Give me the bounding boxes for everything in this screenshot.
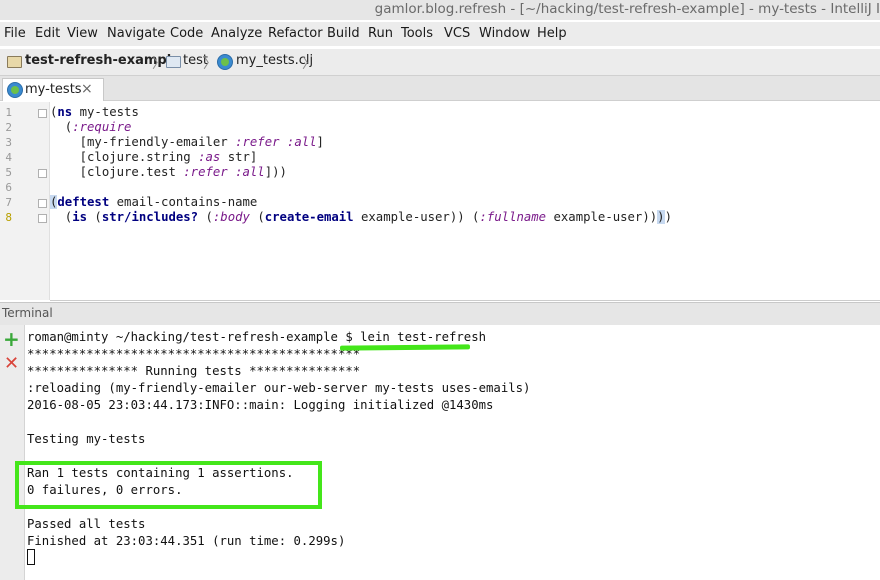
line-number: 1 bbox=[5, 106, 12, 119]
fold-marker-icon[interactable] bbox=[38, 169, 47, 178]
fold-marker-icon[interactable] bbox=[38, 199, 47, 208]
code-line: (deftest email-contains-name bbox=[50, 195, 258, 209]
menu-tools[interactable]: Tools bbox=[401, 26, 433, 41]
code-line: (is (str/includes? (:body (create-email … bbox=[50, 210, 672, 224]
menu-build[interactable]: Build bbox=[327, 26, 360, 41]
line-number: 4 bbox=[5, 151, 12, 164]
close-icon[interactable]: ✕ bbox=[4, 354, 19, 374]
terminal-title: Terminal bbox=[2, 306, 53, 320]
chevron-right-icon: 〉 bbox=[152, 56, 166, 72]
code-line: [clojure.test :refer :all])) bbox=[50, 165, 287, 179]
terminal-header: Terminal bbox=[0, 302, 880, 325]
annotation-highlight-box bbox=[15, 461, 322, 509]
terminal-line: Testing my-tests bbox=[27, 432, 146, 446]
fold-marker-icon[interactable] bbox=[38, 109, 47, 118]
menu-window[interactable]: Window bbox=[479, 26, 530, 41]
code-line: [clojure.string :as str] bbox=[50, 150, 258, 164]
terminal-line: Finished at 23:03:44.351 (run time: 0.29… bbox=[27, 534, 346, 548]
annotation-underline bbox=[339, 344, 471, 351]
menu-code[interactable]: Code bbox=[170, 26, 203, 41]
menu-navigate[interactable]: Navigate bbox=[107, 26, 165, 41]
menu-refactor[interactable]: Refactor bbox=[268, 26, 323, 41]
menu-bar: File Edit View Navigate Code Analyze Ref… bbox=[0, 22, 880, 46]
tab-my-tests[interactable]: my-tests × bbox=[2, 78, 104, 101]
line-number: 7 bbox=[5, 196, 12, 209]
menu-edit[interactable]: Edit bbox=[35, 26, 60, 41]
terminal-line: ****************************************… bbox=[27, 347, 361, 361]
window-title-bar: gamlor.blog.refresh - [~/hacking/test-re… bbox=[0, 0, 880, 20]
code-line: (:require bbox=[50, 120, 132, 134]
terminal-line: *************** Running tests **********… bbox=[27, 364, 361, 378]
code-line: [my-friendly-emailer :refer :all] bbox=[50, 135, 324, 149]
terminal-line: Passed all tests bbox=[27, 517, 146, 531]
fold-marker-icon[interactable] bbox=[38, 214, 47, 223]
window-title: gamlor.blog.refresh - [~/hacking/test-re… bbox=[374, 1, 880, 17]
menu-vcs[interactable]: VCS bbox=[444, 26, 470, 41]
menu-run[interactable]: Run bbox=[368, 26, 393, 41]
editor-tab-bar bbox=[0, 76, 880, 101]
line-number: 8 bbox=[5, 211, 12, 224]
terminal-toolbar: + ✕ bbox=[0, 325, 25, 580]
terminal-line: roman@minty ~/hacking/test-refresh-examp… bbox=[27, 330, 487, 344]
line-number: 3 bbox=[5, 136, 12, 149]
project-folder-icon bbox=[7, 56, 22, 68]
menu-file[interactable]: File bbox=[4, 26, 26, 41]
chevron-right-icon: 〉 bbox=[302, 56, 316, 72]
clojure-file-icon bbox=[7, 82, 23, 98]
editor-gutter: 1 2 3 4 5 6 7 8 bbox=[0, 102, 50, 300]
chevron-right-icon: 〉 bbox=[203, 56, 217, 72]
line-number: 6 bbox=[5, 181, 12, 194]
clojure-file-icon bbox=[217, 54, 233, 70]
menu-analyze[interactable]: Analyze bbox=[211, 26, 262, 41]
menu-view[interactable]: View bbox=[67, 26, 98, 41]
terminal-cursor[interactable] bbox=[27, 549, 35, 565]
breadcrumb: test-refresh-example 〉 test 〉 my_tests.c… bbox=[0, 49, 880, 76]
menu-help[interactable]: Help bbox=[537, 26, 567, 41]
close-icon[interactable]: × bbox=[81, 81, 93, 97]
tab-label: my-tests bbox=[25, 82, 82, 97]
line-number: 5 bbox=[5, 166, 12, 179]
terminal-line: :reloading (my-friendly-emailer our-web-… bbox=[27, 381, 531, 395]
code-editor[interactable]: (ns my-tests (:require [my-friendly-emai… bbox=[50, 102, 880, 301]
line-number: 2 bbox=[5, 121, 12, 134]
terminal-line: 2016-08-05 23:03:44.173:INFO::main: Logg… bbox=[27, 398, 494, 412]
plus-icon[interactable]: + bbox=[3, 329, 20, 349]
code-line: (ns my-tests bbox=[50, 105, 139, 119]
folder-icon bbox=[166, 56, 181, 68]
